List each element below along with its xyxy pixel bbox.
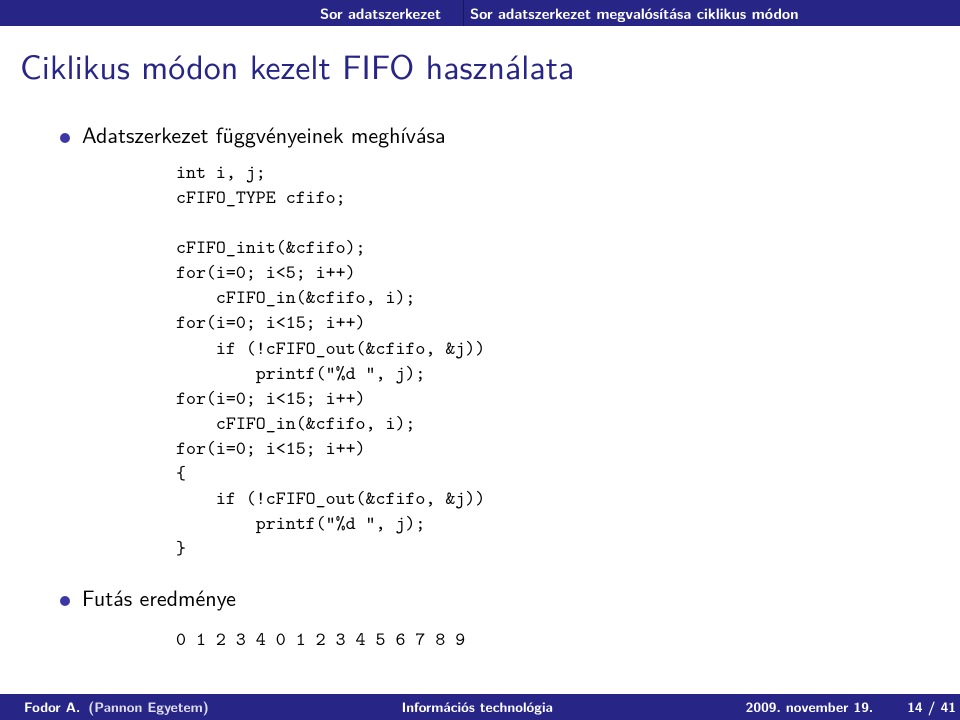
topbar-divider xyxy=(463,0,464,26)
bullet-text: Futás eredménye xyxy=(82,581,236,613)
topbar-section: Sor adatszerkezet xyxy=(320,3,463,24)
footer-author: Fodor A. xyxy=(20,697,84,717)
footer-institution: (Pannon Egyetem) xyxy=(84,697,213,717)
slide-title: Ciklikus módon kezelt FIFO használata xyxy=(20,40,960,90)
footer-page: 14 / 41 xyxy=(903,697,960,717)
topbar: Sor adatszerkezet Sor adatszerkezet megv… xyxy=(0,0,960,26)
topbar-subsection: Sor adatszerkezet megvalósítása ciklikus… xyxy=(464,3,799,24)
slide-content: Adatszerkezet függvényeinek meghívása in… xyxy=(0,90,960,652)
footer: Fodor A. (Pannon Egyetem) Információs te… xyxy=(0,694,960,720)
output-block: 0 1 2 3 4 0 1 2 3 4 5 6 7 8 9 xyxy=(176,627,960,652)
footer-title: Információs technológia xyxy=(213,697,742,717)
bullet-row: Adatszerkezet függvényeinek meghívása xyxy=(60,118,960,150)
bullet-icon xyxy=(60,596,70,606)
code-block: int i, j; cFIFO_TYPE cfifo; cFIFO_init(&… xyxy=(176,160,960,561)
bullet-icon xyxy=(60,133,70,143)
bullet-row: Futás eredménye xyxy=(60,581,960,613)
footer-date: 2009. november 19. xyxy=(742,697,878,717)
bullet-text: Adatszerkezet függvényeinek meghívása xyxy=(82,118,446,150)
